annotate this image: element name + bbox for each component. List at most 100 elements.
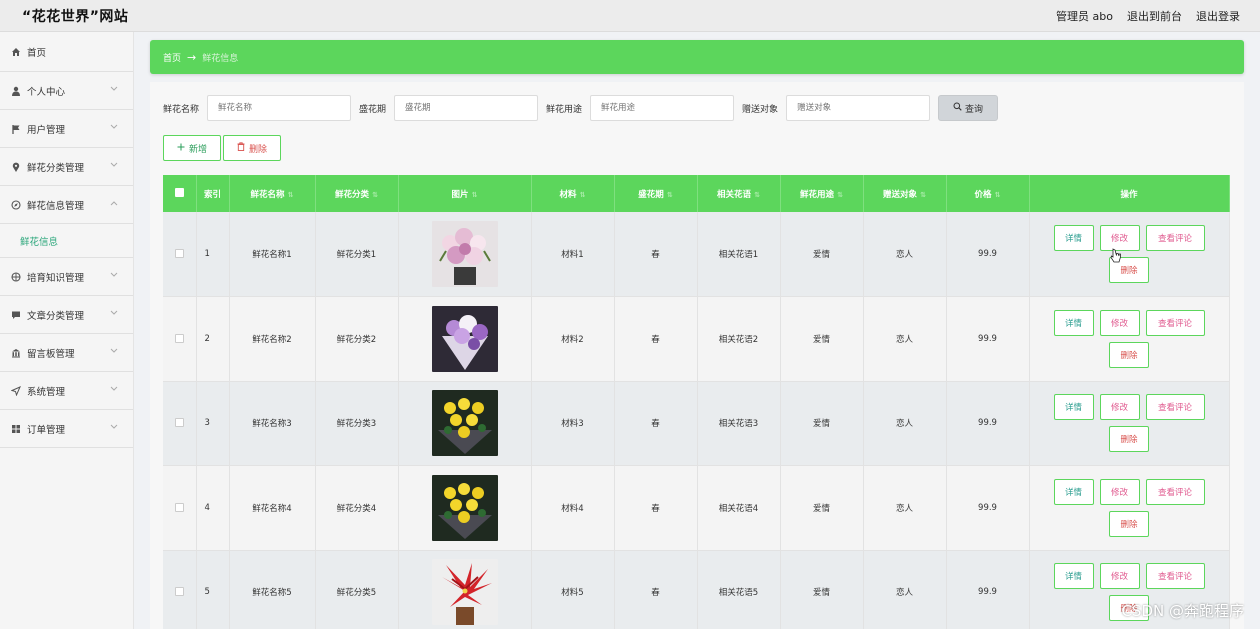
- sidebar-item-message-board[interactable]: 留言板管理: [0, 334, 133, 372]
- cell-material: 材料3: [531, 381, 615, 466]
- column-header[interactable]: 图片 ⇅: [398, 175, 532, 212]
- user-icon: [10, 85, 21, 96]
- column-header[interactable]: 鲜花名称 ⇅: [229, 175, 316, 212]
- sidebar-item-flower-info[interactable]: 鲜花信息管理: [0, 186, 133, 224]
- chevron-down-icon: [109, 122, 119, 132]
- gift-target-input[interactable]: [786, 95, 931, 121]
- column-header[interactable]: 盛花期 ⇅: [614, 175, 698, 212]
- detail-button[interactable]: 详情: [1053, 478, 1094, 505]
- logout-link[interactable]: 退出登录: [1196, 8, 1240, 24]
- edit-button[interactable]: 修改: [1099, 309, 1140, 336]
- delete-button[interactable]: 删除: [1109, 510, 1149, 537]
- cell-price: 99.9: [946, 212, 1030, 297]
- arrow-right-icon: →: [187, 50, 197, 64]
- search-button[interactable]: 查询: [938, 95, 999, 121]
- cell-use: 爱情: [780, 212, 864, 297]
- sort-icon: ⇅: [372, 190, 378, 199]
- column-header[interactable]: 赠送对象 ⇅: [863, 175, 947, 212]
- view-reviews-button[interactable]: 查看评论: [1145, 394, 1205, 421]
- admin-username: 管理员 abo: [1056, 10, 1113, 23]
- detail-button[interactable]: 详情: [1053, 309, 1094, 336]
- cell-price: 99.9: [946, 296, 1030, 382]
- sidebar-item-user-management[interactable]: 用户管理: [0, 110, 133, 148]
- detail-button[interactable]: 详情: [1053, 563, 1094, 590]
- cell-name: 鲜花名称2: [229, 296, 316, 382]
- watermark: CSDN @奔跑程序: [1121, 602, 1244, 620]
- delete-button[interactable]: 删除: [1109, 426, 1149, 453]
- column-header[interactable]: 材料 ⇅: [531, 175, 615, 212]
- flower-use-input[interactable]: [590, 95, 735, 121]
- detail-button[interactable]: 详情: [1053, 225, 1094, 251]
- sidebar-item-label: 系统管理: [27, 386, 66, 398]
- table-row: 2 鲜花名称2 鲜花分类2 材料2 春 相关花语2 爱情 恋人 99.9 详情 …: [163, 296, 1230, 382]
- view-reviews-button[interactable]: 查看评论: [1145, 478, 1205, 505]
- row-checkbox[interactable]: [163, 465, 197, 551]
- column-header[interactable]: 相关花语 ⇅: [697, 175, 781, 212]
- sidebar-item-label: 鲜花信息管理: [27, 200, 85, 212]
- column-header[interactable]: 鲜花分类 ⇅: [315, 175, 399, 212]
- row-checkbox[interactable]: [163, 381, 197, 466]
- cell-material: 材料4: [531, 465, 615, 551]
- table-row: 1 鲜花名称1 鲜花分类1 材料1 春 相关花语1 爱情 恋人 99.9 详情 …: [163, 212, 1230, 297]
- column-header[interactable]: 价格 ⇅: [946, 175, 1030, 212]
- chevron-up-icon: [109, 198, 119, 208]
- sidebar-item-label: 个人中心: [27, 86, 66, 98]
- detail-button[interactable]: 详情: [1053, 394, 1094, 421]
- edit-button[interactable]: 修改: [1099, 394, 1140, 421]
- mouse-pointer-icon: [1110, 248, 1122, 264]
- row-checkbox[interactable]: [163, 296, 197, 382]
- filter-label-season: 盛花期: [359, 104, 387, 115]
- batch-delete-button-label: 删除: [248, 144, 267, 155]
- to-frontend-link[interactable]: 退出到前台: [1127, 8, 1182, 24]
- sort-icon: ⇅: [837, 190, 843, 199]
- bank-icon: [10, 347, 21, 358]
- cell-name: 鲜花名称1: [229, 212, 316, 297]
- select-all-checkbox[interactable]: [163, 175, 197, 212]
- cell-target: 恋人: [863, 381, 947, 466]
- sidebar-item-cultivation[interactable]: 培育知识管理: [0, 258, 133, 296]
- search-filters: 鲜花名称 盛花期 鲜花用途 赠送对象 查询: [163, 95, 999, 121]
- add-button[interactable]: 新增: [163, 135, 221, 161]
- add-button-label: 新增: [188, 144, 207, 155]
- sidebar-item-flower-category[interactable]: 鲜花分类管理: [0, 148, 133, 186]
- cell-target: 恋人: [863, 465, 947, 551]
- cell-category: 鲜花分类1: [315, 212, 399, 297]
- column-header-label: 盛花期: [638, 189, 664, 200]
- row-checkbox[interactable]: [163, 212, 197, 297]
- sort-icon: ⇅: [579, 190, 586, 199]
- cell-name: 鲜花名称3: [229, 381, 316, 466]
- row-checkbox[interactable]: [163, 550, 197, 629]
- view-reviews-button[interactable]: 查看评论: [1145, 563, 1205, 590]
- cell-material: 材料5: [531, 550, 615, 629]
- search-button-label: 查询: [965, 104, 984, 115]
- column-header[interactable]: 鲜花用途 ⇅: [780, 175, 864, 212]
- sidebar-item-home[interactable]: 首页: [0, 32, 133, 72]
- batch-delete-button[interactable]: 删除: [223, 135, 281, 161]
- cell-use: 爱情: [780, 550, 864, 629]
- top-bar-actions: 管理员 abo 退出到前台 退出登录: [1056, 8, 1240, 24]
- view-reviews-button[interactable]: 查看评论: [1145, 225, 1205, 251]
- edit-button[interactable]: 修改: [1099, 563, 1140, 590]
- bloom-season-input[interactable]: [394, 95, 539, 121]
- chevron-down-icon: [109, 270, 119, 280]
- sidebar-subitem-flower-info[interactable]: 鲜花信息: [0, 224, 133, 258]
- delete-button[interactable]: 删除: [1109, 341, 1149, 368]
- cell-actions: 详情 修改 查看评论 删除: [1029, 212, 1230, 297]
- table-toolbar: 新增 删除: [163, 135, 281, 161]
- sidebar-item-article-category[interactable]: 文章分类管理: [0, 296, 133, 334]
- sidebar-item-system[interactable]: 系统管理: [0, 372, 133, 410]
- chevron-down-icon: [109, 308, 119, 318]
- breadcrumb-home[interactable]: 首页: [163, 51, 181, 64]
- edit-button[interactable]: 修改: [1099, 478, 1140, 505]
- cell-image: [398, 550, 532, 629]
- sidebar-item-personal-center[interactable]: 个人中心: [0, 72, 133, 110]
- flower-image: [431, 559, 498, 626]
- content-panel: 鲜花名称 盛花期 鲜花用途 赠送对象 查询 新增: [150, 82, 1244, 629]
- flower-name-input[interactable]: [207, 95, 352, 121]
- cell-season: 春: [614, 465, 698, 551]
- view-reviews-button[interactable]: 查看评论: [1145, 309, 1205, 336]
- sidebar-item-orders[interactable]: 订单管理: [0, 410, 133, 448]
- cell-actions: 详情 修改 查看评论 删除: [1029, 296, 1230, 382]
- flower-image: [431, 474, 498, 541]
- column-header-label: 鲜花名称: [250, 189, 285, 200]
